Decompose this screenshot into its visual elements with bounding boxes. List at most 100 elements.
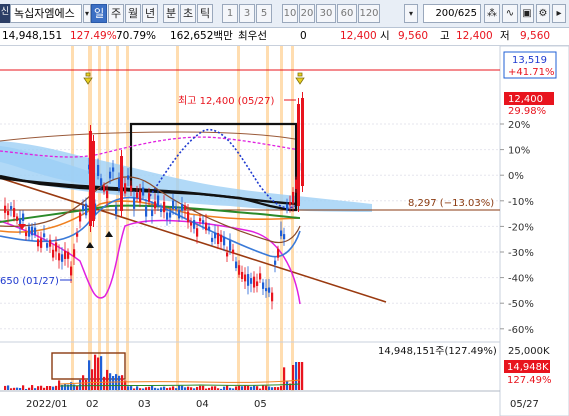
candle-body <box>70 266 73 276</box>
period-tab-month[interactable]: 월 <box>125 4 141 23</box>
candle-body <box>46 243 49 248</box>
y-tick-label: -30% <box>508 248 534 259</box>
search-icon[interactable]: ▾ <box>83 4 91 23</box>
volume-bar <box>7 385 10 390</box>
candle-body <box>130 185 133 192</box>
volume-bar <box>190 387 193 390</box>
candle-body <box>139 190 142 203</box>
volume-bar <box>211 386 214 390</box>
candle-body <box>89 131 92 226</box>
candle-body <box>100 178 103 186</box>
candle-body <box>10 206 13 210</box>
candle-body <box>64 251 67 259</box>
volume-bar <box>34 388 37 390</box>
candle-body <box>25 232 28 237</box>
candle-body <box>148 193 151 202</box>
period-tab-second[interactable]: 초 <box>180 4 196 23</box>
volume-bar <box>166 388 169 390</box>
candle-body <box>52 249 55 258</box>
stock-type-icon: 신 <box>0 4 10 23</box>
save-icon[interactable]: ▣ <box>520 4 534 23</box>
next-icon[interactable]: ▸ <box>552 4 566 23</box>
candle-body <box>295 179 298 189</box>
minute-20-button[interactable]: 20 <box>299 4 315 23</box>
candle-body <box>184 205 187 210</box>
volume-bar <box>181 385 184 390</box>
minute-10-button[interactable]: 10 <box>282 4 298 23</box>
candle-body <box>229 240 232 251</box>
volume-bar <box>157 388 160 390</box>
candle-body <box>43 233 46 238</box>
candle-body <box>112 167 115 172</box>
compare-chart-icon[interactable]: ∿ <box>502 4 518 23</box>
volume-bar <box>49 386 52 390</box>
volume-value: 14,948,151 <box>2 30 63 42</box>
reference-line-label: 8,297 (−13.03%) <box>408 198 494 209</box>
gear-icon[interactable]: ⚙ <box>536 4 550 23</box>
y-tick-label: -50% <box>508 299 534 310</box>
period-tab-minute[interactable]: 분 <box>163 4 179 23</box>
top-change-label: +41.71% <box>508 67 555 78</box>
price-chart[interactable]: 8,297 (−13.03%) 최고 12,400 (05/27) 650 (0… <box>0 46 569 416</box>
high-label: 고 <box>440 30 450 42</box>
candle-body <box>223 236 226 246</box>
minute-5-button[interactable]: 5 <box>256 4 272 23</box>
volume-bar <box>226 385 229 390</box>
period-tab-tick[interactable]: 틱 <box>197 4 213 23</box>
count-dropdown-icon[interactable]: ▾ <box>404 4 418 23</box>
x-label-jan: 2022/01 <box>26 399 68 410</box>
minute-120-button[interactable]: 120 <box>358 4 380 23</box>
minute-60-button[interactable]: 60 <box>337 4 357 23</box>
volume-bar <box>265 385 268 390</box>
volume-bar <box>259 388 262 390</box>
volume-bar <box>286 381 289 390</box>
candle-body <box>208 226 211 231</box>
candle-body <box>127 175 130 180</box>
candle-body <box>163 201 166 213</box>
volume-bar <box>136 386 139 390</box>
period-tab-week[interactable]: 주 <box>108 4 124 23</box>
candle-body <box>16 216 19 221</box>
volume-bar <box>229 387 232 390</box>
minute-30-button[interactable]: 30 <box>316 4 336 23</box>
volume-bar <box>172 386 175 390</box>
candle-body <box>145 206 148 217</box>
candle-body <box>55 242 58 252</box>
volume-bar <box>139 388 142 390</box>
chart-toolbar: 신 녹십자엠에스 ▾ 일 주 월 년 분 초 틱 1 3 5 10 20 30 … <box>0 0 569 28</box>
candle-body <box>61 254 64 262</box>
candle-body <box>202 220 205 224</box>
candle-body <box>217 232 220 244</box>
priority-value: 0 <box>300 30 307 42</box>
volume-bar <box>22 385 25 390</box>
candle-body <box>262 282 265 289</box>
data-count-field[interactable]: 200/625 <box>423 4 481 23</box>
volume-bar <box>16 387 19 390</box>
candle-body <box>220 234 223 242</box>
candle-body <box>76 233 79 237</box>
volume-bar <box>220 388 223 390</box>
volume-bar <box>253 385 256 390</box>
indicator-icon[interactable]: ⁂ <box>484 4 500 23</box>
volume-bar <box>133 388 136 390</box>
volume-bar <box>217 388 220 390</box>
minute-1-button[interactable]: 1 <box>222 4 238 23</box>
y-tick-label: -40% <box>508 274 534 285</box>
candle-body <box>250 278 253 284</box>
y-tick-label: -10% <box>508 197 534 208</box>
volume-last-label: 14,948K <box>507 362 549 373</box>
candle-body <box>73 249 76 257</box>
minute-3-button[interactable]: 3 <box>239 4 255 23</box>
x-label-may: 05 <box>254 399 267 410</box>
volume-bar <box>223 386 226 390</box>
top-price-label: 13,519 <box>512 55 547 66</box>
volume-bar <box>79 379 82 390</box>
period-tab-year[interactable]: 년 <box>142 4 158 23</box>
volume-bar <box>235 386 238 390</box>
volume-bar <box>94 354 97 390</box>
candle-body <box>22 213 25 221</box>
candle-body <box>199 218 202 222</box>
stock-name-field[interactable]: 녹십자엠에스 <box>10 4 82 23</box>
candle-body <box>67 251 70 259</box>
period-tab-day[interactable]: 일 <box>91 4 107 23</box>
